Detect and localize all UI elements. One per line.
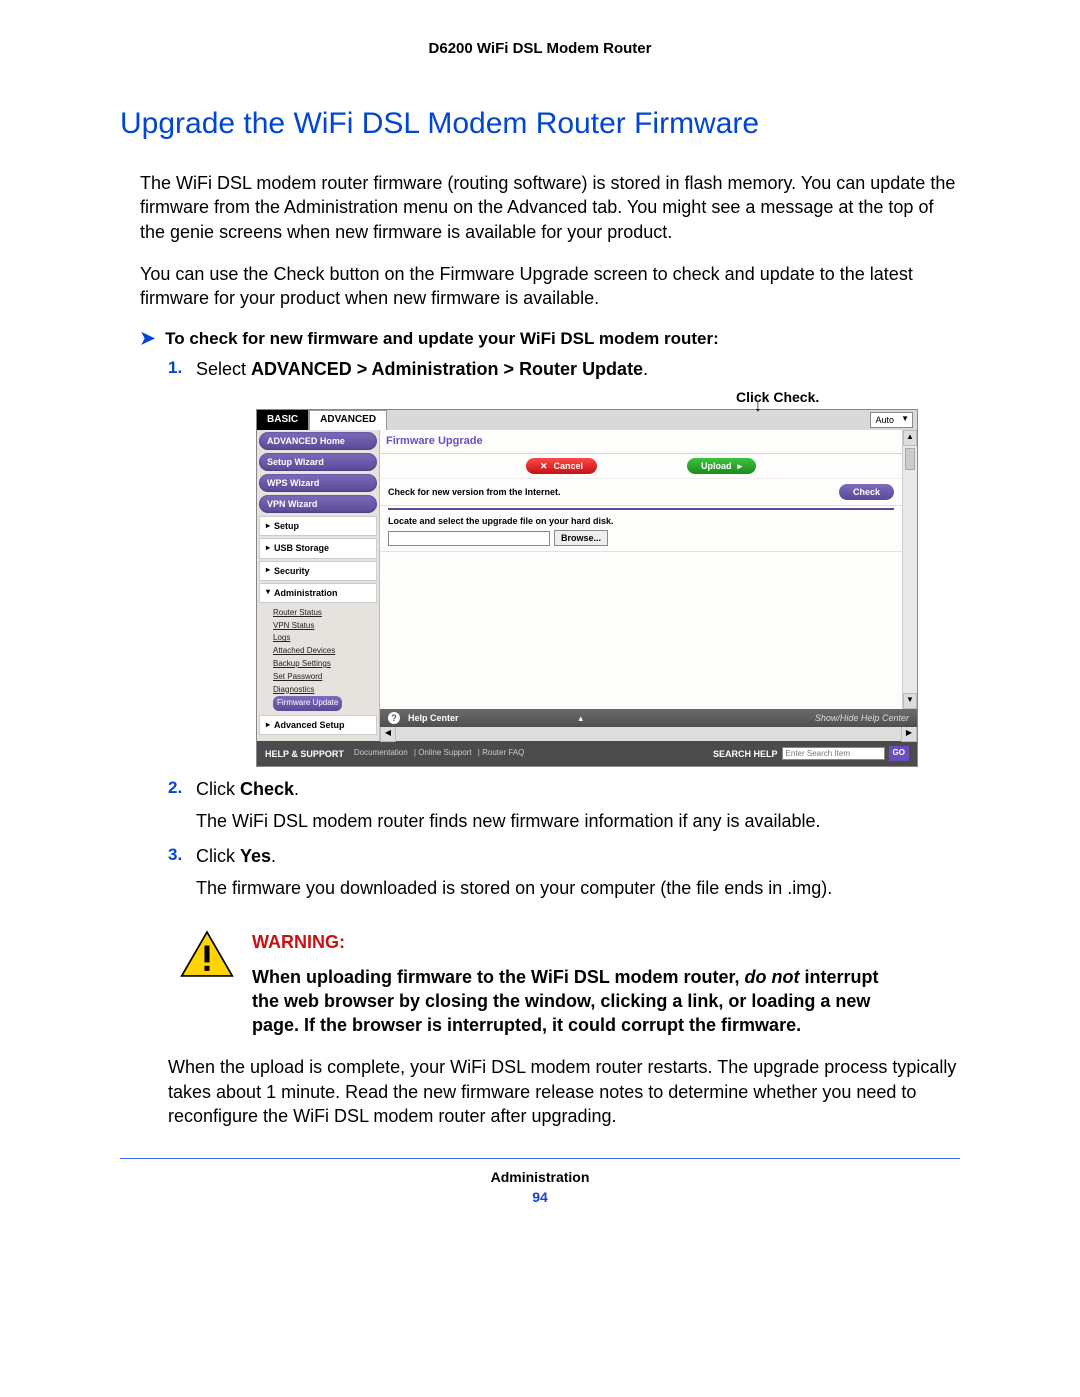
sidebar-item-vpn-status[interactable]: VPN Status bbox=[273, 620, 377, 633]
help-toggle-label[interactable]: Show/Hide Help Center bbox=[815, 712, 909, 724]
sidebar-section-usb[interactable]: USB Storage bbox=[259, 538, 377, 558]
sidebar-item-logs[interactable]: Logs bbox=[273, 632, 377, 645]
sidebar-vpn-wizard[interactable]: VPN Wizard bbox=[259, 495, 377, 513]
step-3: 3. Click Yes. The firmware you downloade… bbox=[168, 844, 960, 901]
auto-select[interactable]: Auto bbox=[870, 410, 917, 430]
step-1-suffix: . bbox=[643, 359, 648, 379]
sidebar-section-security[interactable]: Security bbox=[259, 561, 377, 581]
tab-bar: BASIC ADVANCED Auto bbox=[257, 410, 917, 430]
footer-rule bbox=[120, 1158, 960, 1159]
procedure-heading: ➤ To check for new firmware and update y… bbox=[140, 328, 960, 349]
locate-file-label: Locate and select the upgrade file on yo… bbox=[388, 515, 894, 527]
sidebar-item-diagnostics[interactable]: Diagnostics bbox=[273, 684, 377, 697]
sidebar: ADVANCED Home Setup Wizard WPS Wizard VP… bbox=[257, 430, 380, 742]
intro-para-1: The WiFi DSL modem router firmware (rout… bbox=[120, 171, 960, 244]
step-3-description: The firmware you downloaded is stored on… bbox=[196, 876, 960, 900]
search-help-label: SEARCH HELP bbox=[713, 748, 778, 760]
scroll-up-icon[interactable]: ▲ bbox=[903, 430, 917, 446]
step-number: 3. bbox=[168, 844, 182, 867]
procedure-arrow-icon: ➤ bbox=[140, 328, 155, 349]
help-expand-icon[interactable]: ▴ bbox=[578, 712, 583, 724]
help-center-bar[interactable]: ? Help Center ▴ Show/Hide Help Center bbox=[380, 709, 917, 727]
sidebar-section-advanced-setup[interactable]: Advanced Setup bbox=[259, 715, 377, 735]
browse-button[interactable]: Browse... bbox=[554, 530, 608, 546]
step-1-path: ADVANCED > Administration > Router Updat… bbox=[251, 359, 643, 379]
step-2: 2. Click Check. The WiFi DSL modem route… bbox=[168, 777, 960, 834]
sidebar-item-backup-settings[interactable]: Backup Settings bbox=[273, 658, 377, 671]
step-2-description: The WiFi DSL modem router finds new firm… bbox=[196, 809, 960, 833]
check-button[interactable]: Check bbox=[839, 484, 894, 500]
cancel-button[interactable]: ✕Cancel bbox=[526, 458, 597, 474]
callout-label: Click Check. bbox=[736, 388, 960, 407]
footer-section: Administration bbox=[120, 1169, 960, 1185]
search-go-button[interactable]: GO bbox=[889, 746, 909, 761]
close-x-icon: ✕ bbox=[540, 460, 548, 472]
scroll-left-icon[interactable]: ◀ bbox=[380, 726, 396, 742]
vertical-scrollbar[interactable]: ▲ ▼ bbox=[902, 430, 917, 710]
procedure-title: To check for new firmware and update you… bbox=[165, 329, 719, 349]
sidebar-advanced-home[interactable]: ADVANCED Home bbox=[259, 432, 377, 450]
doc-header: D6200 WiFi DSL Modem Router bbox=[120, 40, 960, 57]
sidebar-item-attached-devices[interactable]: Attached Devices bbox=[273, 645, 377, 658]
link-online-support[interactable]: Online Support bbox=[418, 748, 471, 757]
sidebar-admin-items: Router Status VPN Status Logs Attached D… bbox=[259, 605, 377, 715]
intro-para-2: You can use the Check button on the Firm… bbox=[120, 262, 960, 311]
sidebar-section-administration[interactable]: Administration bbox=[259, 583, 377, 603]
tab-advanced[interactable]: ADVANCED bbox=[309, 410, 387, 430]
footer-bar: HELP & SUPPORT Documentation | Online Su… bbox=[257, 741, 917, 766]
search-help-input[interactable] bbox=[782, 747, 885, 760]
warning-text-a: When uploading firmware to the WiFi DSL … bbox=[252, 967, 745, 987]
sidebar-wps-wizard[interactable]: WPS Wizard bbox=[259, 474, 377, 492]
step-1-prefix: Select bbox=[196, 359, 251, 379]
warning-block: WARNING: When uploading firmware to the … bbox=[180, 930, 960, 1037]
upload-arrow-icon: ▸ bbox=[738, 460, 743, 472]
horizontal-scrollbar[interactable]: ◀ ▶ bbox=[380, 727, 917, 741]
sidebar-section-setup[interactable]: Setup bbox=[259, 516, 377, 536]
help-icon: ? bbox=[388, 712, 400, 724]
link-documentation[interactable]: Documentation bbox=[354, 748, 408, 757]
warning-emphasis: do not bbox=[745, 967, 800, 987]
check-version-label: Check for new version from the Internet. bbox=[388, 486, 561, 498]
panel-title: Firmware Upgrade bbox=[380, 430, 902, 454]
file-path-input[interactable] bbox=[388, 531, 550, 546]
upload-button[interactable]: Upload▸ bbox=[687, 458, 756, 474]
step-number: 2. bbox=[168, 777, 182, 800]
footer-page-number: 94 bbox=[120, 1189, 960, 1205]
tab-basic[interactable]: BASIC bbox=[257, 410, 309, 430]
help-center-label: Help Center bbox=[408, 712, 459, 724]
step-number: 1. bbox=[168, 357, 182, 380]
warning-triangle-icon bbox=[180, 930, 234, 1037]
callout-arrow-icon: ↓ bbox=[754, 396, 762, 418]
sidebar-item-firmware-update[interactable]: Firmware Update bbox=[273, 696, 342, 711]
sidebar-item-set-password[interactable]: Set Password bbox=[273, 671, 377, 684]
link-router-faq[interactable]: Router FAQ bbox=[482, 748, 524, 757]
firmware-upgrade-screenshot: ↓ BASIC ADVANCED Auto ADVANCED Home Setu… bbox=[256, 409, 918, 767]
sidebar-item-router-status[interactable]: Router Status bbox=[273, 607, 377, 620]
page-heading: Upgrade the WiFi DSL Modem Router Firmwa… bbox=[120, 107, 960, 141]
outro-paragraph: When the upload is complete, your WiFi D… bbox=[120, 1055, 960, 1128]
scroll-right-icon[interactable]: ▶ bbox=[901, 726, 917, 742]
warning-label: WARNING: bbox=[252, 930, 892, 954]
main-panel: Firmware Upgrade ✕Cancel Upload▸ Check f… bbox=[380, 430, 917, 742]
step-1: 1. Select ADVANCED > Administration > Ro… bbox=[168, 357, 960, 767]
sidebar-setup-wizard[interactable]: Setup Wizard bbox=[259, 453, 377, 471]
help-support-label: HELP & SUPPORT bbox=[265, 748, 344, 760]
scroll-down-icon[interactable]: ▼ bbox=[903, 693, 917, 709]
